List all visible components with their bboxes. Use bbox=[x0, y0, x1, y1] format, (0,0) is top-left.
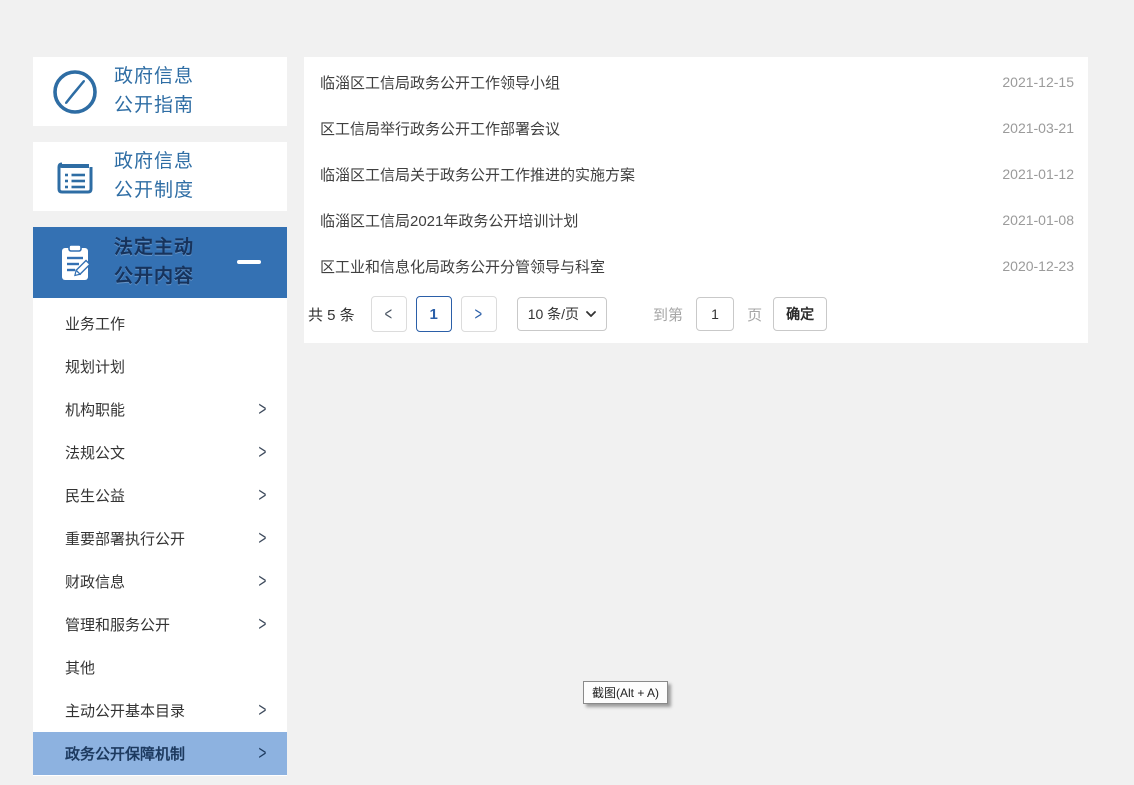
sidebar-item-label: 政府信息 公开制度 bbox=[114, 148, 194, 205]
minus-icon bbox=[237, 260, 261, 264]
article-date: 2020-12-23 bbox=[1002, 258, 1074, 274]
sidebar-item-label: 民生公益 bbox=[65, 485, 125, 506]
sidebar-item-label: 其他 bbox=[65, 657, 95, 678]
article-date: 2021-01-12 bbox=[1002, 166, 1074, 182]
list-item: 临淄区工信局关于政务公开工作推进的实施方案 2021-01-12 bbox=[304, 151, 1088, 197]
sidebar-item-label: 重要部署执行公开 bbox=[65, 528, 185, 549]
article-list: 临淄区工信局政务公开工作领导小组 2021-12-15 区工信局举行政务公开工作部署… bbox=[304, 59, 1088, 289]
sidebar-item[interactable]: 机构职能 > bbox=[33, 388, 287, 431]
pagination: 共 5 条 < 1 > 10 条/页 到第 页 确定 bbox=[304, 294, 1088, 334]
sidebar-item-label: 机构职能 bbox=[65, 399, 125, 420]
sidebar-item[interactable]: 管理和服务公开 > bbox=[33, 603, 287, 646]
article-link[interactable]: 临淄区工信局政务公开工作领导小组 bbox=[320, 72, 560, 93]
clipboard-pencil-icon bbox=[48, 236, 102, 290]
sidebar-item-label: 规划计划 bbox=[65, 356, 125, 377]
sidebar-item[interactable]: 法规公文 > bbox=[33, 431, 287, 474]
sidebar-item[interactable]: 财政信息 > bbox=[33, 560, 287, 603]
page-size-select[interactable]: 10 条/页 bbox=[517, 297, 607, 331]
chevron-right-icon: > bbox=[259, 742, 267, 765]
list-item: 区工业和信息化局政务公开分管领导与科室 2020-12-23 bbox=[304, 243, 1088, 289]
chevron-right-icon: > bbox=[259, 527, 267, 550]
article-date: 2021-01-08 bbox=[1002, 212, 1074, 228]
article-link[interactable]: 区工信局举行政务公开工作部署会议 bbox=[320, 118, 560, 139]
sidebar-item[interactable]: 业务工作 bbox=[33, 302, 287, 345]
sidebar: 政府信息 公开指南 政府信息 公开制度 bbox=[33, 57, 287, 776]
page-size-label: 10 条/页 bbox=[528, 304, 579, 324]
list-item: 区工信局举行政务公开工作部署会议 2021-03-21 bbox=[304, 105, 1088, 151]
chevron-right-icon: > bbox=[475, 303, 482, 324]
list-item: 临淄区工信局2021年政务公开培训计划 2021-01-08 bbox=[304, 197, 1088, 243]
goto-suffix-label: 页 bbox=[747, 304, 762, 325]
article-list-panel: 临淄区工信局政务公开工作领导小组 2021-12-15 区工信局举行政务公开工作部署… bbox=[304, 57, 1088, 343]
chevron-down-icon bbox=[586, 311, 596, 317]
sidebar-item-label: 法定主动 公开内容 bbox=[114, 234, 194, 291]
sidebar-item-label: 法规公文 bbox=[65, 442, 125, 463]
next-page-button[interactable]: > bbox=[461, 296, 497, 332]
sidebar-item-label: 财政信息 bbox=[65, 571, 125, 592]
compass-icon bbox=[48, 65, 102, 119]
sidebar-item-label: 业务工作 bbox=[65, 313, 125, 334]
article-date: 2021-03-21 bbox=[1002, 120, 1074, 136]
chevron-right-icon: > bbox=[259, 484, 267, 507]
chevron-right-icon: > bbox=[259, 613, 267, 636]
sidebar-item[interactable]: 重要部署执行公开 > bbox=[33, 517, 287, 560]
article-link[interactable]: 区工业和信息化局政务公开分管领导与科室 bbox=[320, 256, 605, 277]
screenshot-tooltip: 截图(Alt + A) bbox=[583, 681, 668, 704]
screenshot-tooltip-label: 截图(Alt + A) bbox=[592, 684, 659, 701]
sidebar-item[interactable]: 民生公益 > bbox=[33, 474, 287, 517]
sidebar-item[interactable]: 规划计划 bbox=[33, 345, 287, 388]
article-link[interactable]: 临淄区工信局2021年政务公开培训计划 bbox=[320, 210, 578, 231]
sidebar-item-gov-info-system[interactable]: 政府信息 公开制度 bbox=[33, 142, 287, 211]
goto-prefix-label: 到第 bbox=[653, 304, 683, 325]
sidebar-item[interactable]: 其他 bbox=[33, 646, 287, 689]
sidebar-item-label: 主动公开基本目录 bbox=[65, 700, 185, 721]
chevron-right-icon: > bbox=[259, 570, 267, 593]
sidebar-item-label: 政务公开保障机制 bbox=[65, 743, 185, 764]
chevron-left-icon: < bbox=[385, 303, 392, 324]
sidebar-item-label: 管理和服务公开 bbox=[65, 614, 170, 635]
book-icon bbox=[48, 150, 102, 204]
confirm-button[interactable]: 确定 bbox=[773, 297, 827, 331]
sidebar-item-label: 政府信息 公开指南 bbox=[114, 63, 194, 120]
sidebar-item[interactable]: 主动公开基本目录 > bbox=[33, 689, 287, 732]
sidebar-item-statutory-disclosure[interactable]: 法定主动 公开内容 bbox=[33, 227, 287, 298]
prev-page-button[interactable]: < bbox=[371, 296, 407, 332]
page-number-button[interactable]: 1 bbox=[416, 296, 452, 332]
sidebar-item[interactable]: 政务公开保障机制 > bbox=[33, 732, 287, 775]
chevron-right-icon: > bbox=[259, 441, 267, 464]
sidebar-submenu: 业务工作规划计划机构职能>法规公文>民生公益>重要部署执行公开>财政信息>管理和… bbox=[33, 298, 287, 776]
article-date: 2021-12-15 bbox=[1002, 74, 1074, 90]
chevron-right-icon: > bbox=[259, 699, 267, 722]
list-item: 临淄区工信局政务公开工作领导小组 2021-12-15 bbox=[304, 59, 1088, 105]
total-count: 共 5 条 bbox=[308, 304, 355, 325]
article-link[interactable]: 临淄区工信局关于政务公开工作推进的实施方案 bbox=[320, 164, 635, 185]
goto-page-input[interactable] bbox=[696, 297, 734, 331]
chevron-right-icon: > bbox=[259, 398, 267, 421]
sidebar-item-gov-info-guide[interactable]: 政府信息 公开指南 bbox=[33, 57, 287, 126]
